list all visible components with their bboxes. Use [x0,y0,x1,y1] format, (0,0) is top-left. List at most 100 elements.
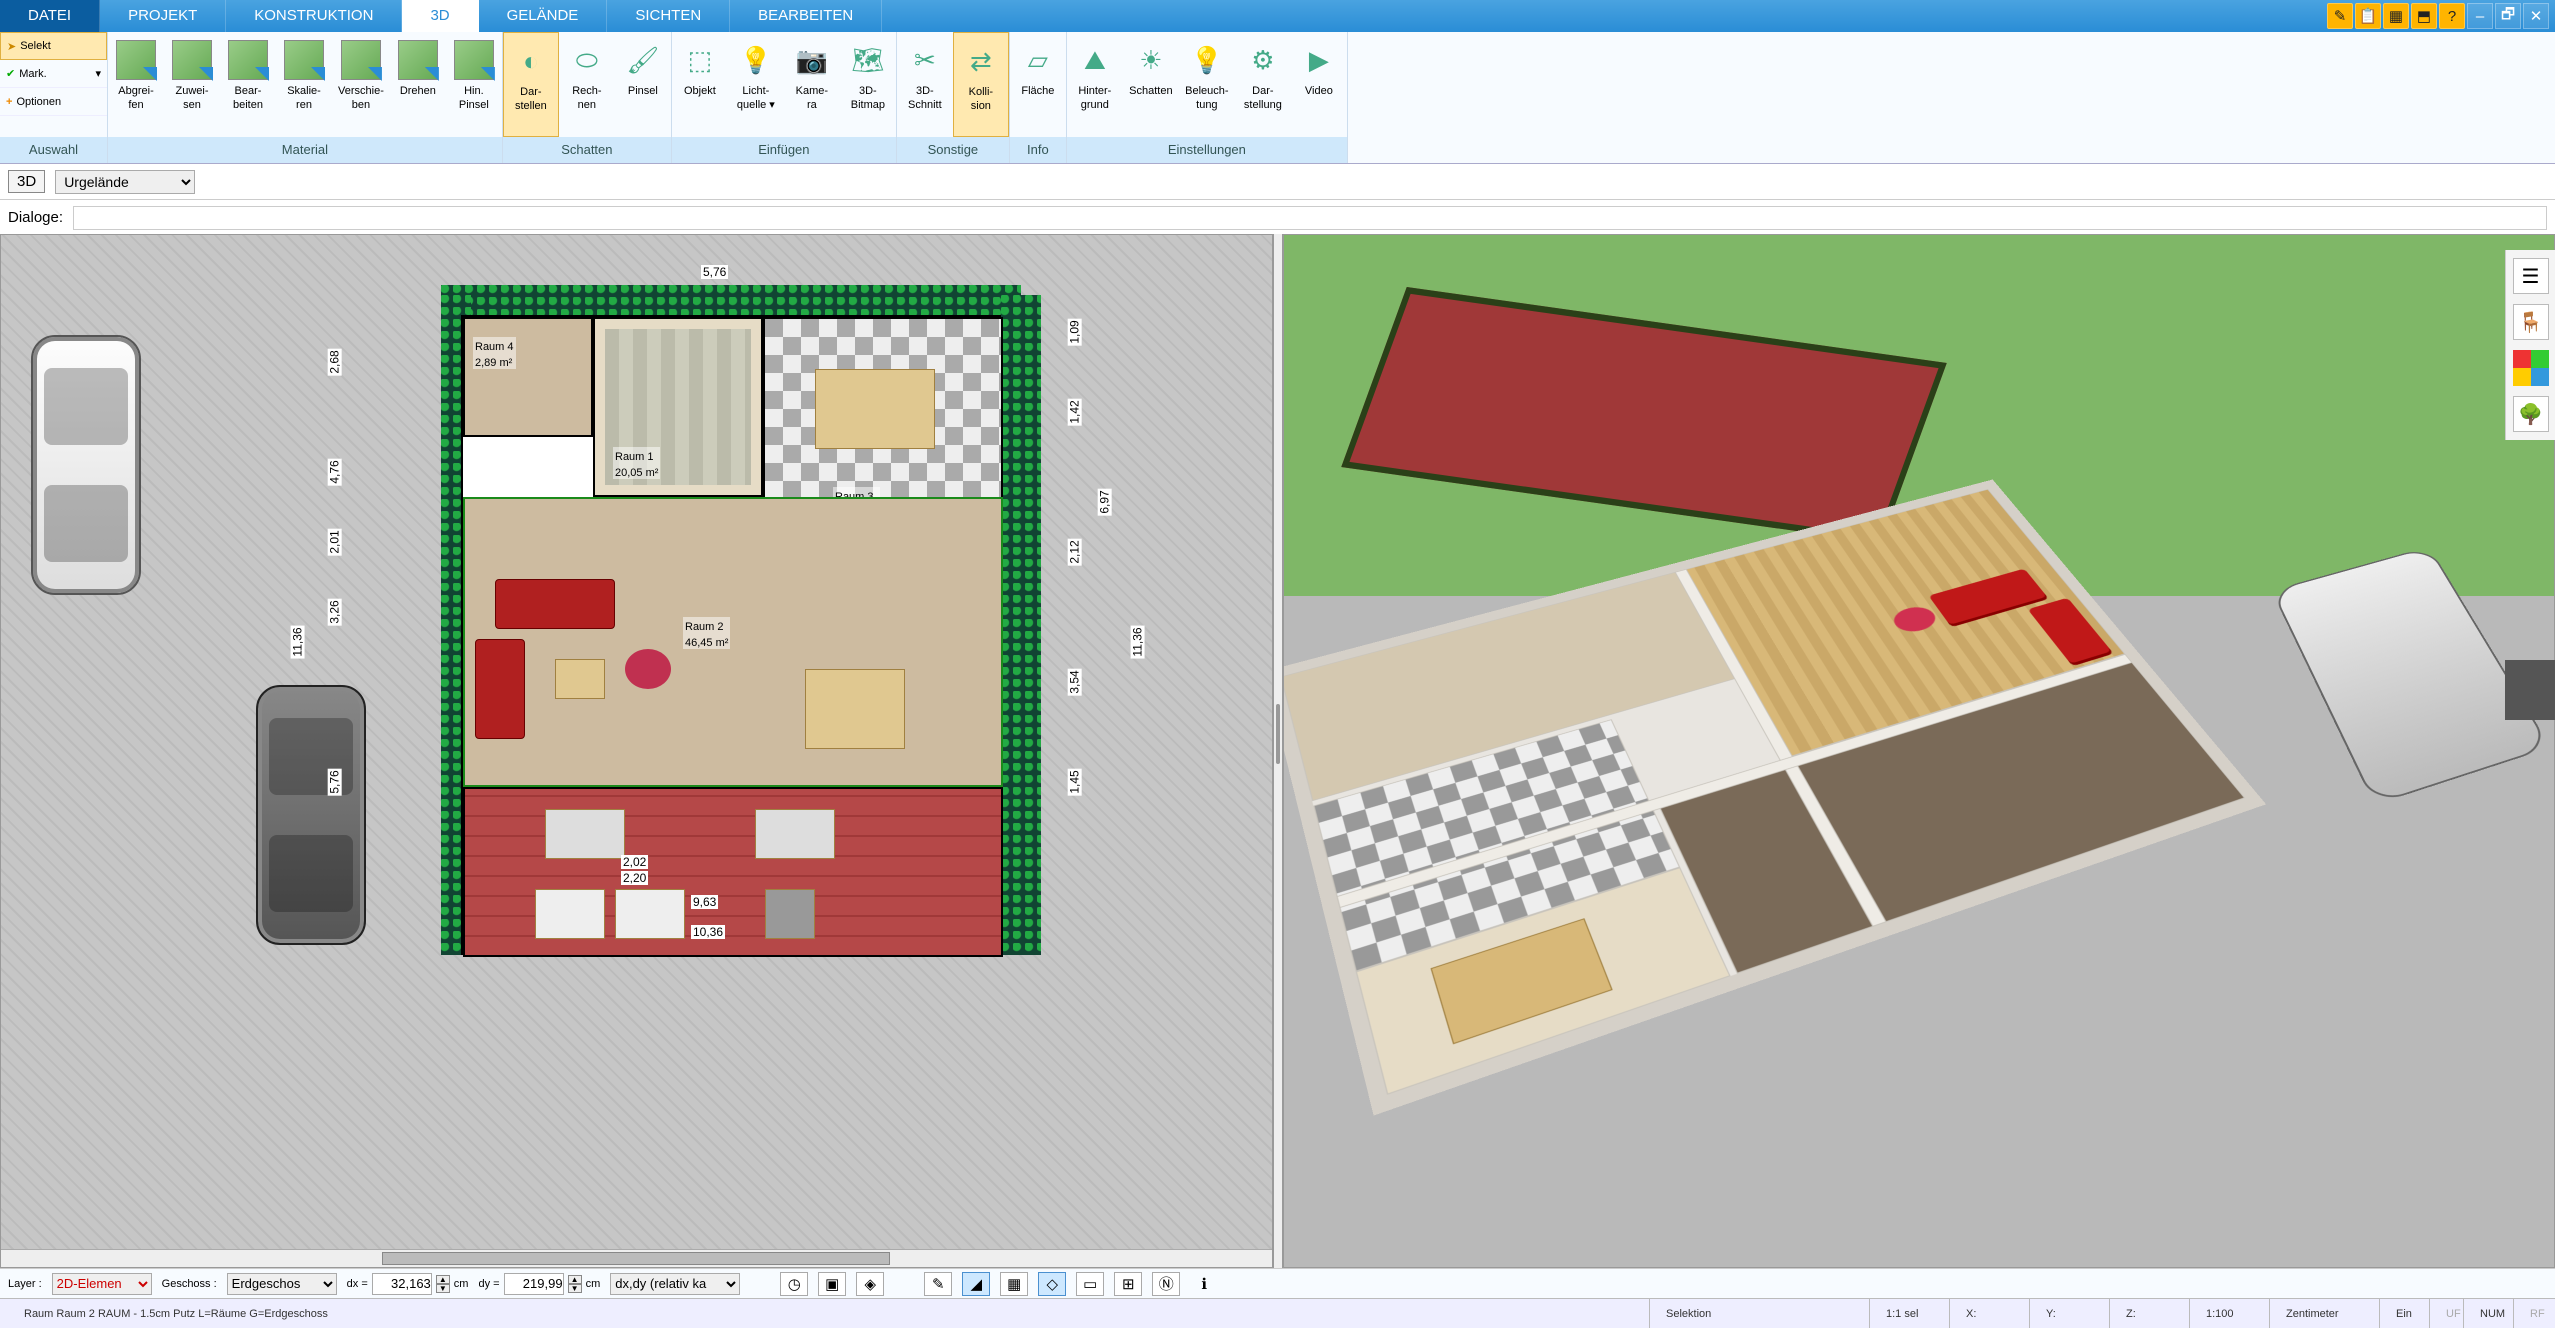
chair-icon[interactable]: 🪑 [2513,304,2549,340]
select-mode[interactable]: ➤Selekt [0,32,107,60]
coord-mode-select[interactable]: dx,dy (relativ ka [610,1273,740,1295]
status-z: Z: [2109,1299,2189,1328]
grid-icon[interactable]: ▦ [2383,3,2409,29]
dim-145: 1,45 [1068,768,1082,795]
mode5-icon[interactable]: ▭ [1076,1272,1104,1296]
3d-sofa-1 [1928,569,2047,625]
group-label: Einfügen [672,137,896,163]
clipboard-icon[interactable]: 📋 [2355,3,2381,29]
window-icon[interactable]: ⬒ [2411,3,2437,29]
ribbon-btn-hinpinsel[interactable]: Hin.Pinsel [446,32,502,137]
scrollbar-2d-h[interactable] [1,1249,1272,1267]
car-grey [256,685,366,945]
grid-toggle-icon[interactable]: ⊞ [1114,1272,1142,1296]
ribbon-btn-flche[interactable]: ▱Fläche [1010,32,1066,137]
status-rf: RF [2513,1299,2547,1328]
ribbon-btn-dbitmap[interactable]: 🗺3D-Bitmap [840,32,896,137]
snap2-icon[interactable]: ◈ [856,1272,884,1296]
mode3-icon[interactable]: ▦ [1000,1272,1028,1296]
dim-212: 2,12 [1068,538,1082,565]
mode1-icon[interactable]: ✎ [924,1272,952,1296]
dy-spinner[interactable]: ▲▼ [568,1275,582,1293]
lounger-2 [755,809,835,859]
maximize-icon[interactable]: 🗗 [2495,3,2521,29]
tab-gelaende[interactable]: GELÄNDE [479,0,608,32]
clock-icon[interactable]: ◷ [780,1272,808,1296]
ribbon-btn-verschieben[interactable]: Verschie-ben [332,32,390,137]
dim-109: 1,09 [1068,318,1082,345]
viewport-3d[interactable] [1283,234,2555,1268]
info-icon[interactable]: ℹ [1190,1272,1218,1296]
ribbon-btn-pinsel[interactable]: 🖌Pinsel [615,32,671,137]
mode4-icon[interactable]: ◇ [1038,1272,1066,1296]
terrace[interactable] [463,787,1003,957]
raum-4-label: Raum 42,89 m² [473,337,516,369]
bbq [765,889,815,939]
palette-icon[interactable] [2513,350,2549,386]
dining-table-2 [805,669,905,749]
ribbon-btn-skalieren[interactable]: Skalie-ren [276,32,332,137]
ribbon-group-info: ▱FlächeInfo [1010,32,1067,163]
help-icon[interactable]: ? [2439,3,2465,29]
dialoge-field[interactable] [73,206,2547,230]
ribbon-btn-schatten[interactable]: ☀Schatten [1123,32,1179,137]
coffee-table [555,659,605,699]
tab-projekt[interactable]: PROJEKT [100,0,226,32]
tool-icon[interactable]: ✎ [2327,3,2353,29]
viewport-2d[interactable]: Raum 42,89 m² Raum 120,05 m² Raum 325,90… [0,234,1273,1268]
ribbon-btn-hintergrund[interactable]: ⛰Hinter-grund [1067,32,1123,137]
mode2-icon[interactable]: ◢ [962,1272,990,1296]
ribbon-btn-drehen[interactable]: Drehen [390,32,446,137]
ribbon-btn-lichtquelle[interactable]: 💡Licht-quelle ▾ [728,32,784,137]
ribbon-btn-darstellung[interactable]: ⚙Dar-stellung [1235,32,1291,137]
lounger-1 [545,809,625,859]
raum-2[interactable] [463,497,1003,787]
ribbon-btn-abgreifen[interactable]: Abgrei-fen [108,32,164,137]
dy-input[interactable] [504,1273,564,1295]
ribbon-btn-kamera[interactable]: 📷Kame-ra [784,32,840,137]
ribbon-btn-bearbeiten[interactable]: Bear-beiten [220,32,276,137]
layer-select[interactable]: 2D-Elemen [52,1273,152,1295]
status-bar: Raum Raum 2 RAUM - 1.5cm Putz L=Räume G=… [0,1298,2555,1328]
raum-4[interactable] [463,317,593,437]
ribbon-group-material: Abgrei-fenZuwei-senBear-beitenSkalie-ren… [108,32,503,163]
layers-icon[interactable]: ☰ [2513,258,2549,294]
ribbon-btn-rechnen[interactable]: ⬭Rech-nen [559,32,615,137]
side-panel-handle[interactable] [2505,660,2555,720]
close-icon[interactable]: ✕ [2523,3,2549,29]
terrain-dropdown[interactable]: Urgelände [55,170,195,194]
n-icon[interactable]: Ⓝ [1152,1272,1180,1296]
ribbon-btn-dschnitt[interactable]: ✂3D-Schnitt [897,32,953,137]
dx-spinner[interactable]: ▲▼ [436,1275,450,1293]
ribbon-btn-kollision[interactable]: ⇄Kolli-sion [953,32,1009,137]
tab-bearbeiten[interactable]: BEARBEITEN [730,0,882,32]
mark-mode[interactable]: ✔Mark.▾ [0,60,107,88]
geschoss-select[interactable]: Erdgeschos [227,1273,337,1295]
tree-icon[interactable]: 🌳 [2513,396,2549,432]
status-x: X: [1949,1299,2029,1328]
options-mode[interactable]: +Optionen [0,88,107,116]
dim-left-h: 11,36 [291,625,305,658]
ribbon-btn-beleuchtung[interactable]: 💡Beleuch-tung [1179,32,1235,137]
tab-sichten[interactable]: SICHTEN [607,0,730,32]
snap1-icon[interactable]: ▣ [818,1272,846,1296]
dim-697: 6,97 [1098,488,1112,515]
group-label: Info [1010,137,1066,163]
status-y: Y: [2029,1299,2109,1328]
viewport-splitter[interactable] [1273,234,1283,1268]
ribbon-btn-darstellen[interactable]: ◐Dar-stellen [503,32,559,137]
context-bar-1: 3D Urgelände [0,164,2555,200]
tab-datei[interactable]: DATEI [0,0,100,32]
tab-3d[interactable]: 3D [402,0,478,32]
sofa-2 [475,639,525,739]
ribbon-btn-video[interactable]: ▶Video [1291,32,1347,137]
dx-input[interactable] [372,1273,432,1295]
ribbon-btn-zuweisen[interactable]: Zuwei-sen [164,32,220,137]
status-uf: UF [2429,1299,2463,1328]
tab-konstruktion[interactable]: KONSTRUKTION [226,0,402,32]
selection-panel: ➤Selekt ✔Mark.▾ +Optionen Auswahl [0,32,108,163]
minimize-icon[interactable]: – [2467,3,2493,29]
group-label: Material [108,137,502,163]
ribbon-btn-objekt[interactable]: ⬚Objekt [672,32,728,137]
dim-268: 2,68 [328,348,342,375]
